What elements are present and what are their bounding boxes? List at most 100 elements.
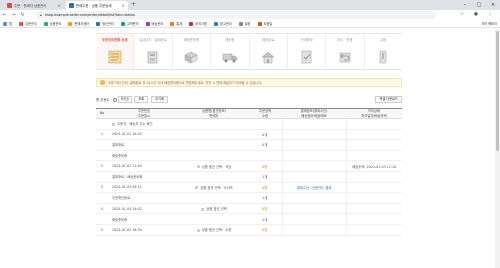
order-status: 결제완료 · 배송준비중 <box>108 171 180 183</box>
table-row[interactable]: 3 2024-01-03 09:15 상품 옵션 선택 · 사이즈 0원 결제수… <box>96 182 402 194</box>
row-number <box>96 171 108 183</box>
status-info <box>345 150 402 162</box>
reset-button[interactable]: 초기화 <box>151 96 169 103</box>
bookmark-item[interactable]: 배송관리 <box>145 21 163 26</box>
star-icon[interactable]: ☆ <box>458 11 466 19</box>
url-text: shop.example-seller.com/order/detail/lis… <box>44 13 135 17</box>
payment-info[interactable]: 결제수단 · 신용카드 결제 <box>281 182 346 194</box>
bookmark-item[interactable]: 판매자센터 <box>68 21 89 26</box>
bookmark-item[interactable]: 주문관리 <box>18 21 37 26</box>
payment-info <box>281 129 346 141</box>
other-bookmarks[interactable]: 기타 북마크 <box>481 20 497 28</box>
table-row[interactable]: 주문자 · 배송지 주소 확인 <box>96 118 402 130</box>
table-row[interactable]: 배송준비중 <box>96 150 402 162</box>
amount: 0원 <box>248 203 282 215</box>
amount: 0원 <box>248 160 282 172</box>
maximize-icon[interactable]: □ <box>472 0 486 10</box>
payment-info <box>281 150 346 162</box>
table-row[interactable]: 1 2024-01-01 10:25 0개 <box>96 129 402 141</box>
product-info <box>180 192 248 204</box>
step-return[interactable]: 취소 · 반품 <box>326 34 365 69</box>
sort-radio[interactable] <box>112 97 117 102</box>
scrollbar-thumb[interactable] <box>496 31 499 151</box>
amount: 1개 <box>248 192 282 204</box>
product-info[interactable]: 상품 옵션 선택 · 수량 <box>180 224 248 236</box>
order-date[interactable]: 2024-01-03 09:15 <box>108 182 180 194</box>
table-row[interactable]: 결제완료 · 배송준비중 1개 <box>96 171 402 183</box>
table-row[interactable]: 5 2024-01-05 16:30 상품 옵션 선택 · 수량 0원 <box>96 224 402 236</box>
column-header[interactable]: 주문번호 주문일시 <box>108 108 180 119</box>
product-thumbnail <box>195 186 199 190</box>
step-delivered[interactable]: 배송완료 <box>250 34 288 69</box>
close-icon[interactable]: × <box>58 3 61 8</box>
back-arrow-icon[interactable]: ← <box>0 12 9 18</box>
column-header[interactable]: 결제정보(결제수단) 배송정보/배송메모 <box>282 108 346 119</box>
order-date[interactable]: 2024-01-04 14:02 <box>108 203 180 215</box>
bookmark-icon <box>120 21 125 26</box>
order-date[interactable]: 2024-01-05 16:30 <box>108 224 180 236</box>
browser-tab-1[interactable]: 주문 · 판매자 상품관리 × <box>4 1 64 10</box>
table-row[interactable]: 2 2024-01-02 11:40 상품 옵션 선택 · 색상 0원 배송추적… <box>96 160 402 172</box>
bookmark-icon <box>170 21 175 26</box>
window-close-icon[interactable]: × <box>486 0 500 10</box>
bookmark-item[interactable]: 공지사항 <box>189 21 207 26</box>
checkbox-icon[interactable] <box>112 122 115 126</box>
row-number: 1 <box>96 129 108 141</box>
product-thumbnail <box>196 228 200 232</box>
table-row[interactable]: 4 2024-01-04 14:02 상품 옵션 선택 0원 <box>96 203 402 215</box>
bookmark-item[interactable]: 정산관리 <box>96 21 114 26</box>
column-header[interactable]: 주문금액 수량 <box>248 108 282 119</box>
close-icon[interactable]: × <box>122 3 125 8</box>
bookmark-item[interactable]: 고객문의 <box>120 21 139 26</box>
product-info <box>180 118 248 130</box>
search-button[interactable]: 조회 <box>134 96 149 103</box>
status-info <box>345 213 402 225</box>
table-row[interactable]: 결제완료 0개 <box>96 139 402 151</box>
amount <box>248 150 282 162</box>
bookmark-item[interactable]: 앱 <box>3 21 12 26</box>
order-date[interactable]: 2024-01-01 10:25 <box>108 129 180 141</box>
step-label: 배송준비중 <box>183 38 200 42</box>
amount: 1개 <box>248 213 282 225</box>
browser-tab-2[interactable]: 판매주문 · 상품 주문상세 × <box>66 1 128 10</box>
reload-icon[interactable]: ↻ <box>18 12 27 18</box>
amount: 0개 <box>248 129 282 141</box>
sort-select[interactable]: 최신순 <box>117 96 133 103</box>
table-row[interactable]: 주문확인완료 1개 <box>96 192 402 204</box>
column-header[interactable]: 처리상태 처리일자/배송추적 <box>346 108 402 119</box>
bookmark-item[interactable]: 상품관리 <box>43 21 61 26</box>
order-date[interactable]: 2024-01-02 11:40 <box>108 160 180 172</box>
step-confirmed[interactable]: 구매확정 <box>288 34 327 69</box>
profile-icon[interactable]: ● <box>472 11 480 19</box>
warning-icon: ! <box>100 80 105 85</box>
new-tab-button[interactable]: + <box>131 1 136 9</box>
minimize-icon[interactable]: – <box>458 0 472 10</box>
product-info[interactable]: 상품 옵션 선택 · 색상 <box>180 160 248 172</box>
bookmark-item[interactable]: 광고관리 <box>213 21 232 26</box>
forward-arrow-icon[interactable]: → <box>9 12 18 18</box>
bookmark-item[interactable]: 설정 <box>238 21 251 26</box>
bookmark-item[interactable]: 도움말 <box>257 21 272 26</box>
step-label: 배송완료 <box>262 38 275 42</box>
amount <box>248 118 282 130</box>
tab-strip: 주문 · 판매자 상품관리 × 판매주문 · 상품 주문상세 × + – □ × <box>0 0 500 10</box>
status-info <box>345 129 402 141</box>
menu-dots-icon[interactable]: ⋮ <box>486 11 494 19</box>
step-exchange[interactable]: 교환 <box>365 34 402 69</box>
table-row[interactable]: 배송준비중 1개 <box>96 213 402 225</box>
address-bar[interactable]: 🔒︎ shop.example-seller.com/order/detail/… <box>36 11 436 19</box>
product-thumbnail <box>201 207 205 211</box>
status-info <box>345 182 402 194</box>
product-info[interactable]: 상품 옵션 선택 <box>180 203 248 215</box>
product-info[interactable]: 상품 옵션 선택 · 사이즈 <box>180 182 248 194</box>
step-payment[interactable]: 입금대기 · 결제완료 <box>134 34 173 69</box>
bookmark-item[interactable]: 통계 <box>170 21 182 26</box>
step-shipping[interactable]: 배송중 <box>211 34 250 69</box>
column-header[interactable]: 상품명(옵션정보) 판매자 <box>180 108 248 119</box>
excel-download-button[interactable]: 엑셀 다운로드 <box>375 96 402 103</box>
status-info <box>345 171 402 183</box>
status-info[interactable]: 배송추적: 2024-01-03 12:10 <box>345 160 402 172</box>
step-order-detail[interactable]: 주문처리현황 상세 <box>96 34 135 69</box>
step-preparing[interactable]: 배송준비중 <box>173 34 212 69</box>
step-label: 취소 · 반품 <box>337 38 353 42</box>
